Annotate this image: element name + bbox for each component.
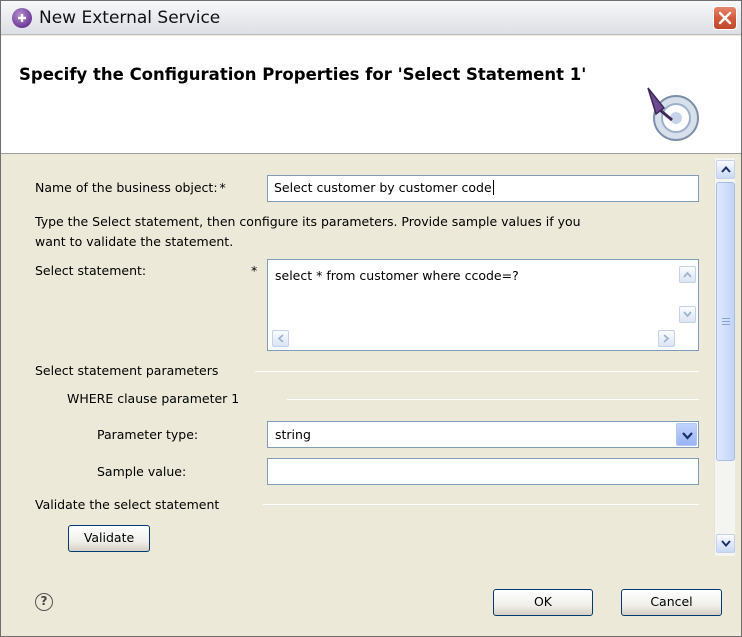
content-vertical-scrollbar[interactable] xyxy=(714,158,735,556)
wizard-banner-icon xyxy=(647,87,699,141)
textarea-scroll-right-button[interactable] xyxy=(658,330,675,347)
app-icon xyxy=(12,8,32,28)
business-object-name-input[interactable]: Select customer by customer code xyxy=(267,175,699,202)
parameter-type-dropdown-button[interactable] xyxy=(676,423,697,446)
parameter-type-select[interactable]: string xyxy=(267,421,699,448)
banner-title: Specify the Configuration Properties for… xyxy=(19,65,587,84)
validate-button[interactable]: Validate xyxy=(68,525,150,552)
parameter-type-value: string xyxy=(275,427,311,442)
sample-value-input[interactable] xyxy=(267,458,699,485)
cancel-button[interactable]: Cancel xyxy=(621,589,722,616)
select-statement-label: Select statement: xyxy=(35,263,147,278)
where-clause-section-title: WHERE clause parameter 1 xyxy=(67,391,240,406)
chevron-down-icon xyxy=(683,311,692,318)
chevron-up-icon xyxy=(683,271,692,278)
dialog-footer: ? OK Cancel xyxy=(1,561,741,636)
instructions-line-1: Type the Select statement, then configur… xyxy=(35,214,581,229)
textarea-scroll-up-button[interactable] xyxy=(679,266,696,283)
validate-separator xyxy=(263,504,699,505)
scroll-down-button[interactable] xyxy=(716,534,735,553)
validate-section-title: Validate the select statement xyxy=(35,497,220,512)
title-bar[interactable]: New External Service xyxy=(1,1,741,35)
wizard-banner: Specify the Configuration Properties for… xyxy=(1,36,741,154)
required-marker: * xyxy=(251,263,258,278)
select-statement-textarea[interactable]: select * from customer where ccode=? xyxy=(267,259,699,351)
select-statement-text: select * from customer where ccode=? xyxy=(275,268,519,283)
chevron-left-icon xyxy=(277,334,284,343)
parameter-type-label: Parameter type: xyxy=(97,427,199,442)
close-icon xyxy=(718,11,732,25)
help-icon[interactable]: ? xyxy=(35,593,53,611)
window-title: New External Service xyxy=(39,8,221,28)
scroll-grip-icon xyxy=(722,318,730,325)
scroll-thumb[interactable] xyxy=(716,182,735,461)
instructions-line-2: want to validate the statement. xyxy=(35,234,234,249)
parameters-section-title: Select statement parameters xyxy=(35,363,219,378)
chevron-right-icon xyxy=(663,334,670,343)
chevron-down-icon xyxy=(682,432,693,440)
chevron-up-icon xyxy=(721,166,731,173)
scroll-up-button[interactable] xyxy=(716,160,735,179)
ok-button[interactable]: OK xyxy=(493,589,593,616)
sample-value-label: Sample value: xyxy=(97,464,187,479)
where-clause-separator xyxy=(287,399,699,400)
close-button[interactable] xyxy=(713,6,737,30)
business-object-label: Name of the business object: * xyxy=(35,180,226,195)
chevron-down-icon xyxy=(721,540,731,547)
parameters-separator xyxy=(255,371,699,372)
textarea-scroll-down-button[interactable] xyxy=(679,306,696,323)
content-area: Name of the business object: * Select cus… xyxy=(1,155,741,561)
textarea-scroll-left-button[interactable] xyxy=(272,330,289,347)
dialog-window: New External Service Specify the Configu… xyxy=(0,0,742,637)
